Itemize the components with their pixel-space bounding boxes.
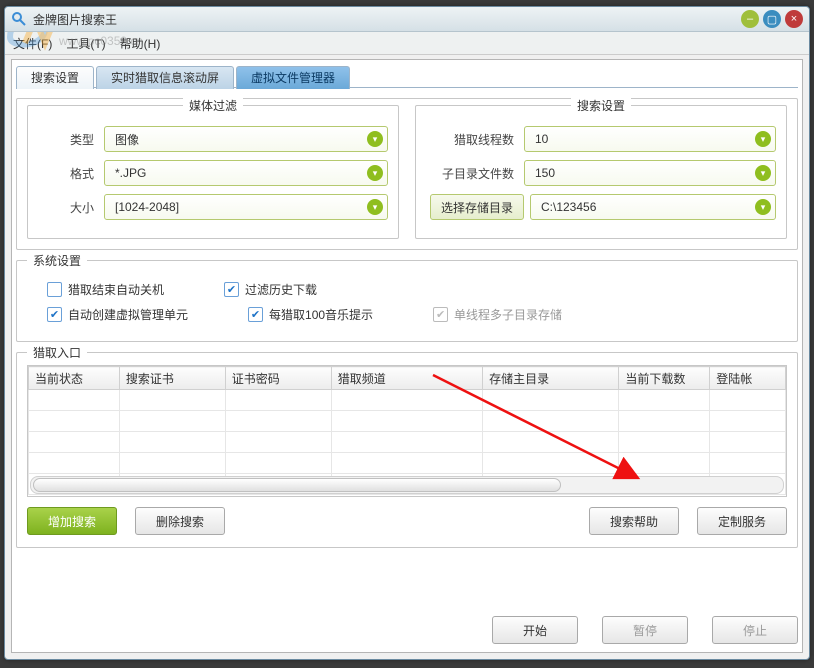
col-account[interactable]: 登陆帐 xyxy=(710,367,786,390)
add-search-button[interactable]: 增加搜索 xyxy=(27,507,117,535)
tab-virtual-file-manager[interactable]: 虚拟文件管理器 xyxy=(236,66,350,89)
col-status[interactable]: 当前状态 xyxy=(29,367,120,390)
col-cert-pwd[interactable]: 证书密码 xyxy=(225,367,331,390)
maximize-button[interactable]: ▢ xyxy=(763,10,781,28)
chk-auto-create-virtual[interactable]: ✔ 自动创建虚拟管理单元 xyxy=(47,306,188,323)
label-threads: 猎取线程数 xyxy=(426,131,524,148)
label-subdir: 子目录文件数 xyxy=(426,165,524,182)
field-type[interactable]: ▾ xyxy=(104,126,388,152)
input-size[interactable] xyxy=(113,199,367,215)
chk-auto-shutdown[interactable]: 猎取结束自动关机 xyxy=(47,281,164,298)
legend-media-filter: 媒体过滤 xyxy=(183,97,243,114)
search-help-button[interactable]: 搜索帮助 xyxy=(589,507,679,535)
tab-strip: 搜索设置 实时猎取信息滚动屏 虚拟文件管理器 xyxy=(16,64,798,88)
label-format: 格式 xyxy=(38,165,104,182)
upper-group: 媒体过滤 类型 ▾ 格式 xyxy=(16,98,798,250)
delete-search-button[interactable]: 删除搜索 xyxy=(135,507,225,535)
label-type: 类型 xyxy=(38,131,104,148)
input-format[interactable] xyxy=(113,165,367,181)
pause-button: 暂停 xyxy=(602,616,688,644)
group-system-settings: 系统设置 猎取结束自动关机 ✔ 过滤历史下载 ✔ xyxy=(16,260,798,342)
chk-every-100-music[interactable]: ✔ 每猎取100音乐提示 xyxy=(248,306,373,323)
field-dir[interactable]: ▾ xyxy=(530,194,776,220)
stop-button: 停止 xyxy=(712,616,798,644)
dropdown-icon[interactable]: ▾ xyxy=(367,165,383,181)
legend-search-settings: 搜索设置 xyxy=(571,97,631,114)
choose-dir-button[interactable]: 选择存储目录 xyxy=(430,194,524,220)
dropdown-icon[interactable]: ▾ xyxy=(755,131,771,147)
entry-table-wrap: 当前状态 搜索证书 证书密码 猎取频道 存储主目录 当前下载数 登陆帐 xyxy=(27,365,787,497)
group-search-settings: 搜索设置 猎取线程数 ▾ 子目录文件数 xyxy=(415,105,787,239)
custom-service-button[interactable]: 定制服务 xyxy=(697,507,787,535)
client-area: 搜索设置 实时猎取信息滚动屏 虚拟文件管理器 媒体过滤 类型 xyxy=(11,59,803,653)
start-button[interactable]: 开始 xyxy=(492,616,578,644)
app-window: 河东软件园 www.pc0359.cn 金牌图片搜索王 – ▢ × 文件(F) … xyxy=(4,6,810,660)
menu-file[interactable]: 文件(F) xyxy=(13,35,52,52)
checkbox-icon: ✔ xyxy=(433,307,448,322)
titlebar: 金牌图片搜索王 – ▢ × xyxy=(5,7,809,32)
checkbox-icon: ✔ xyxy=(248,307,263,322)
label-size: 大小 xyxy=(38,199,104,216)
tab-search-settings[interactable]: 搜索设置 xyxy=(16,66,94,89)
field-size[interactable]: ▾ xyxy=(104,194,388,220)
tab-realtime-scroll[interactable]: 实时猎取信息滚动屏 xyxy=(96,66,234,89)
table-row[interactable] xyxy=(29,432,786,453)
input-type[interactable] xyxy=(113,131,367,147)
col-cert[interactable]: 搜索证书 xyxy=(119,367,225,390)
checkbox-icon: ✔ xyxy=(224,282,239,297)
close-button[interactable]: × xyxy=(785,10,803,28)
chk-single-thread-multidir: ✔ 单线程多子目录存储 xyxy=(433,306,562,323)
window-title: 金牌图片搜索王 xyxy=(33,11,117,28)
checkbox-icon: ✔ xyxy=(47,307,62,322)
input-dir[interactable] xyxy=(539,199,755,215)
dropdown-icon[interactable]: ▾ xyxy=(755,199,771,215)
field-subdir[interactable]: ▾ xyxy=(524,160,776,186)
col-store-dir[interactable]: 存储主目录 xyxy=(483,367,619,390)
group-entry: 猎取入口 当前状态 搜索证书 证书密码 猎取频道 xyxy=(16,352,798,548)
checkbox-icon xyxy=(47,282,62,297)
field-threads[interactable]: ▾ xyxy=(524,126,776,152)
table-row[interactable] xyxy=(29,411,786,432)
group-media-filter: 媒体过滤 类型 ▾ 格式 xyxy=(27,105,399,239)
minimize-button[interactable]: – xyxy=(741,10,759,28)
menu-help[interactable]: 帮助(H) xyxy=(120,35,161,52)
chk-filter-history[interactable]: ✔ 过滤历史下载 xyxy=(224,281,317,298)
dropdown-icon[interactable]: ▾ xyxy=(367,131,383,147)
app-icon xyxy=(11,11,27,27)
scrollbar-thumb[interactable] xyxy=(33,478,561,492)
legend-system: 系统设置 xyxy=(27,252,87,269)
col-channel[interactable]: 猎取频道 xyxy=(331,367,482,390)
table-row[interactable] xyxy=(29,453,786,474)
input-threads[interactable] xyxy=(533,131,755,147)
horizontal-scrollbar[interactable] xyxy=(30,476,784,494)
input-subdir[interactable] xyxy=(533,165,755,181)
dropdown-icon[interactable]: ▾ xyxy=(367,199,383,215)
menu-tools[interactable]: 工具(T) xyxy=(66,35,105,52)
dropdown-icon[interactable]: ▾ xyxy=(755,165,771,181)
menubar: 文件(F) 工具(T) 帮助(H) xyxy=(5,32,809,55)
legend-entry: 猎取入口 xyxy=(27,344,87,361)
table-row[interactable] xyxy=(29,390,786,411)
field-format[interactable]: ▾ xyxy=(104,160,388,186)
footer-buttons: 开始 暂停 停止 xyxy=(16,616,798,644)
col-dl-count[interactable]: 当前下载数 xyxy=(619,367,710,390)
